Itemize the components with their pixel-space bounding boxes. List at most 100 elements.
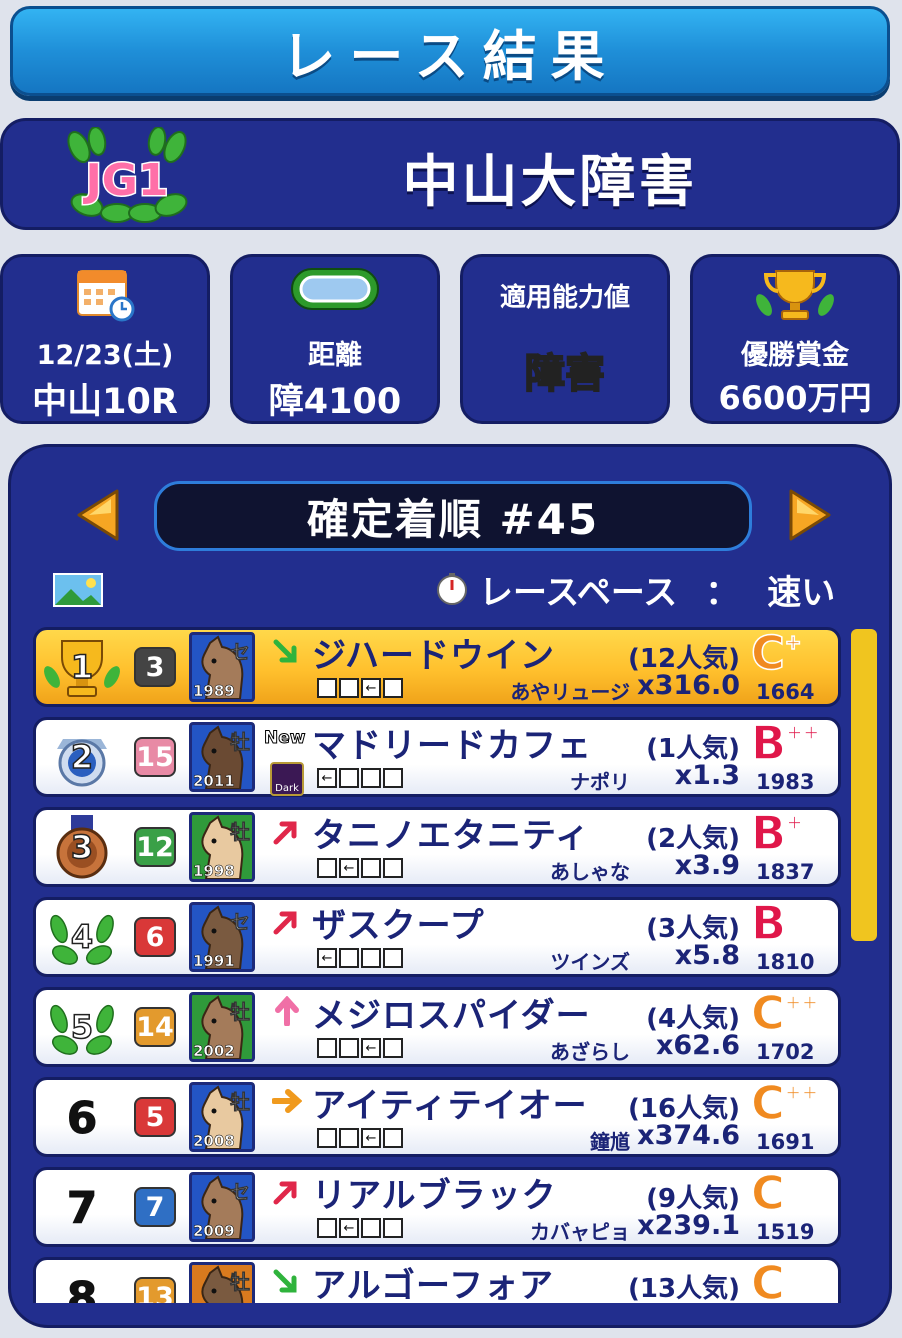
result-row[interactable]: 1 3 セ 1989 ジハードウイン (12人気) ← あやリュージ x316.0 C+ 1664 xyxy=(33,627,841,707)
odds: x1.3 xyxy=(674,760,740,791)
rating: 1519 xyxy=(756,1220,815,1244)
position-mark xyxy=(361,858,381,878)
grade-rank: B++ xyxy=(750,715,820,771)
horse-sex: セ xyxy=(230,910,251,935)
horse-portrait[interactable]: 牡 xyxy=(189,1262,255,1303)
gate-number: 7 xyxy=(134,1187,176,1227)
scrollbar[interactable] xyxy=(851,629,877,941)
horse-sex: セ xyxy=(230,640,251,665)
result-row[interactable]: 8 13 牡 アルゴーフォア (13人気) C xyxy=(33,1255,841,1303)
gate-number: 13 xyxy=(134,1277,176,1303)
horse-sex: 牡 xyxy=(230,1270,251,1295)
horse-portrait[interactable]: セ 1991 xyxy=(189,902,255,972)
horse-portrait[interactable]: 牡 2002 xyxy=(189,992,255,1062)
grade-letter: C xyxy=(750,985,785,1041)
rank-badge: 8 xyxy=(42,1264,122,1303)
page-title: レース結果 xyxy=(281,24,619,88)
position-mark xyxy=(317,1038,337,1058)
stopwatch-icon xyxy=(437,573,467,605)
odds: x374.6 xyxy=(637,1120,740,1151)
rank-number: 8 xyxy=(66,1272,98,1303)
result-row[interactable]: 7 7 セ 2009 リアルブラック (9人気) ← カバャピョ x239.1 C 1519 xyxy=(33,1165,841,1247)
rating: 1983 xyxy=(756,770,815,794)
position-marks: ← xyxy=(317,1128,403,1148)
rank-badge: 1 xyxy=(42,634,122,702)
results-list[interactable]: 1 3 セ 1989 ジハードウイン (12人気) ← あやリュージ x316.0 C+ 1664 2… xyxy=(33,627,843,1303)
popularity: (13人気) xyxy=(628,1274,740,1303)
ability-label: 適用能力値 xyxy=(499,283,630,313)
horse-portrait[interactable]: 牡 1998 xyxy=(189,812,255,882)
owner-name: あしゃな xyxy=(550,860,630,884)
horse-portrait[interactable]: 牡 2008 xyxy=(189,1082,255,1152)
rank-badge: 6 xyxy=(42,1084,122,1152)
position-mark: ← xyxy=(339,1218,359,1238)
result-row[interactable]: 6 5 牡 2008 アイティテイオー (16人気) ← 鐘馗 x374.6 C++ 1691 xyxy=(33,1075,841,1157)
image-toggle-icon[interactable] xyxy=(53,573,103,607)
owner-name: 鐘馗 xyxy=(590,1130,630,1154)
horse-portrait[interactable]: 牡 2011 xyxy=(189,722,255,792)
result-row[interactable]: 5 14 牡 2002 メジロスパイダー (4人気) ← あざらし x62.6 C++ 1702 xyxy=(33,985,841,1067)
race-name-panel: JG1 中山大障害 xyxy=(0,118,900,230)
rank-number: 5 xyxy=(70,1007,94,1047)
grade-rank: C xyxy=(750,1165,785,1221)
result-row[interactable]: 4 6 セ 1991 ザスクープ (3人気) ← ツインズ x5.8 B 1810 xyxy=(33,895,841,977)
grade-plus: + xyxy=(785,809,803,835)
position-marks: ← xyxy=(317,1038,403,1058)
grade-rank: C xyxy=(750,1255,785,1303)
dark-skill-icon: Dark xyxy=(270,762,304,796)
result-row[interactable]: 3 12 牡 1998 タニノエタニティ (2人気) ← あしゃな x3.9 B+ 1837 xyxy=(33,805,841,887)
position-marks: ← xyxy=(317,678,403,698)
gate-number: 12 xyxy=(134,827,176,867)
odds: x62.6 xyxy=(655,1030,740,1061)
horse-name: アルゴーフォア xyxy=(312,1266,554,1303)
grade-plus: ++ xyxy=(784,1079,819,1105)
result-row[interactable]: 2 15 牡 2011 New Dark マドリードカフェ (1人気) ← ナポリ x1.3 B++ 1… xyxy=(33,715,841,797)
prev-arrow-button[interactable] xyxy=(73,487,123,543)
position-mark: ← xyxy=(317,768,337,788)
horse-year: 2002 xyxy=(193,1042,235,1060)
owner-name: カバャピョ xyxy=(530,1220,630,1244)
rating: 1702 xyxy=(756,1040,815,1064)
horse-name: ジハードウイン xyxy=(312,636,555,676)
grade-plus: ++ xyxy=(784,989,819,1015)
position-mark xyxy=(361,1218,381,1238)
distance-label: 距離 xyxy=(308,340,362,371)
pace-value: 速い xyxy=(767,572,836,613)
rank-number: 3 xyxy=(70,827,94,867)
gate-number: 15 xyxy=(134,737,176,777)
horse-portrait[interactable]: セ 2009 xyxy=(189,1172,255,1242)
rank-badge: 3 xyxy=(42,814,122,882)
grade-rank: C++ xyxy=(750,1075,819,1131)
odds: x3.9 xyxy=(674,850,740,881)
grade-letter: B xyxy=(750,895,787,951)
horse-year: 1989 xyxy=(193,682,235,700)
horse-year: 2009 xyxy=(193,1222,235,1240)
position-mark xyxy=(339,1128,359,1148)
results-panel: 確定着順 #45 レースペース ： 速い 1 3 セ 1989 ジハードウイン (12人気… xyxy=(8,444,892,1328)
ability-card: 適用能力値 障害 xyxy=(460,254,670,424)
gate-number: 14 xyxy=(134,1007,176,1047)
trend-right-icon xyxy=(272,1089,302,1113)
grade-plus: ++ xyxy=(785,719,820,745)
trend-up-icon xyxy=(275,996,299,1026)
horse-year: 2011 xyxy=(193,772,235,790)
position-mark xyxy=(339,768,359,788)
race-pace: レースペース ： 速い xyxy=(435,567,836,613)
odds: x316.0 xyxy=(637,670,740,701)
ability-value: 障害 xyxy=(524,350,606,398)
horse-year: 1991 xyxy=(193,952,235,970)
rank-number: 4 xyxy=(70,917,94,957)
next-arrow-button[interactable] xyxy=(785,487,835,543)
race-name: 中山大障害 xyxy=(402,149,698,215)
position-mark xyxy=(383,858,403,878)
horse-sex: 牡 xyxy=(230,1090,251,1115)
horse-name: メジロスパイダー xyxy=(312,996,591,1036)
order-title: 確定着順 #45 xyxy=(154,481,752,551)
position-mark: ← xyxy=(361,1038,381,1058)
horse-year: 2008 xyxy=(193,1132,235,1150)
rating: 1810 xyxy=(756,950,815,974)
gate-number: 3 xyxy=(134,647,176,687)
pace-label: レースペース xyxy=(479,572,678,613)
rank-badge: 2 xyxy=(42,724,122,792)
horse-portrait[interactable]: セ 1989 xyxy=(189,632,255,702)
